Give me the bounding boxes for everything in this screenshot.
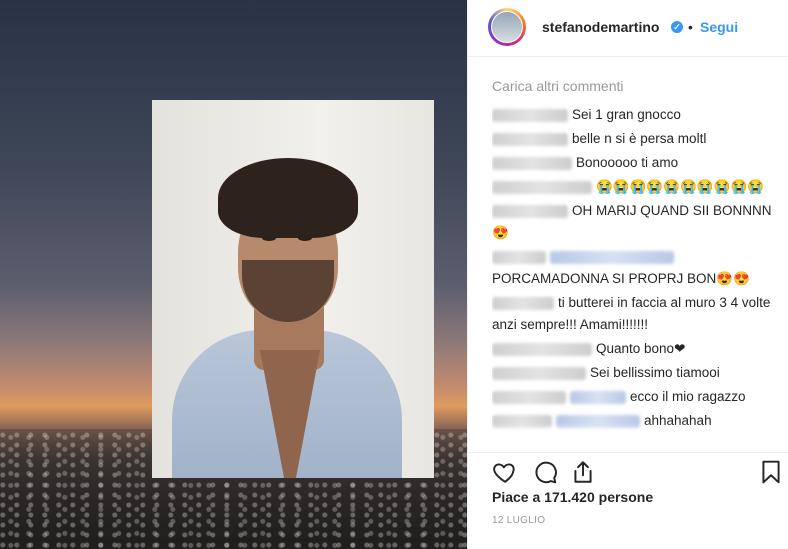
comment-author-redacted[interactable] [492,108,568,122]
comment-item: Sei bellissimo tiamooi [492,362,784,384]
comment-item: Sei 1 gran gnocco [492,104,784,126]
comment-author-redacted[interactable] [492,204,568,218]
comment-author-redacted[interactable] [492,180,592,194]
comment-author-redacted[interactable] [492,132,568,146]
comment-text: ecco il mio ragazzo [630,389,746,404]
comment-item: ecco il mio ragazzo [492,386,784,408]
comment-author-redacted[interactable] [492,156,572,170]
verified-badge-icon: ✓ [671,21,683,33]
avatar[interactable] [491,11,523,43]
comment-text: Sei bellissimo tiamooi [590,365,720,380]
comment-author-redacted[interactable] [492,366,586,380]
comment-icon[interactable] [532,459,558,485]
comment-author-redacted[interactable] [492,250,546,264]
post-header: stefanodemartino ✓ • Segui [468,0,788,57]
comments-list[interactable]: Carica altri commenti Sei 1 gran gnocco … [492,78,784,448]
post-sidebar: stefanodemartino ✓ • Segui Carica altri … [467,0,788,549]
comment-item: Bonooooo ti amo [492,152,784,174]
portrait-hair [218,158,358,238]
comment-item: ti butterei in faccia al muro 3 4 volte … [492,292,784,336]
comment-item: OH MARIJ QUAND SII BONNNN😍 [492,200,784,244]
comment-author-redacted[interactable] [492,296,554,310]
likes-count[interactable]: Piace a 171.420 persone [492,489,653,505]
comment-text: 😭😭😭😭😭😭😭😭😭😭 [596,179,765,194]
post-date[interactable]: 12 LUGLIO [492,515,545,526]
share-icon[interactable] [570,459,596,485]
portrait-photo [152,100,434,478]
avatar-story-ring[interactable] [488,8,526,46]
bookmark-icon[interactable] [758,459,784,485]
post-media[interactable] [0,0,467,549]
load-more-comments-button[interactable]: Carica altri commenti [492,78,784,94]
action-bar [468,452,788,487]
heart-icon[interactable] [492,459,518,485]
comment-author-redacted[interactable] [492,342,592,356]
comment-text: Quanto bono❤ [596,341,686,356]
comments-fade [492,422,784,448]
header-separator: • [688,19,693,35]
comment-mention-redacted[interactable] [570,390,626,404]
comment-text: belle n si è persa moltl [572,131,707,146]
comment-item: 😭😭😭😭😭😭😭😭😭😭 [492,176,784,198]
comment-item: belle n si è persa moltl [492,128,784,150]
comment-item: PORCAMADONNA SI PROPRJ BON😍😍 [492,246,784,290]
portrait-eye-left [262,235,276,241]
comment-mention-redacted[interactable] [550,250,674,264]
comment-item: Quanto bono❤ [492,338,784,360]
portrait-eye-right [298,235,312,241]
comment-text: PORCAMADONNA SI PROPRJ BON😍😍 [492,271,750,286]
username-link[interactable]: stefanodemartino [542,19,659,35]
comment-text: Sei 1 gran gnocco [572,107,681,122]
follow-button[interactable]: Segui [700,19,738,35]
comment-author-redacted[interactable] [492,390,566,404]
comment-text: Bonooooo ti amo [576,155,679,170]
